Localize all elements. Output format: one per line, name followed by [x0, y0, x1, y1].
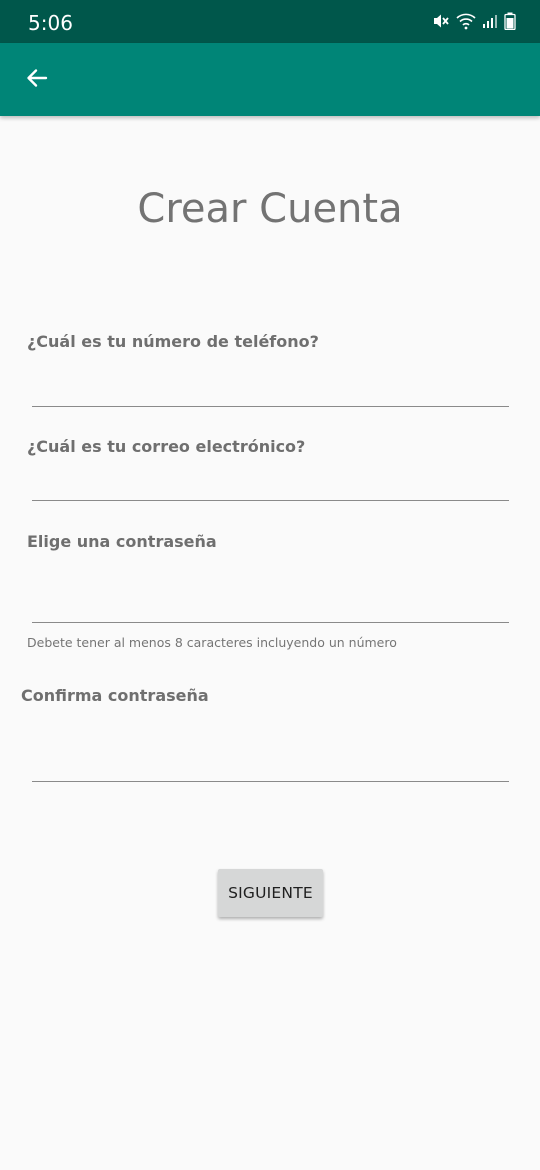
wifi-icon: [456, 12, 476, 30]
phone-label: ¿Cuál es tu número de teléfono?: [27, 332, 319, 351]
email-input[interactable]: [32, 461, 509, 501]
mute-icon: [432, 12, 450, 30]
status-bar: 5:06: [0, 0, 540, 43]
signal-icon: [482, 13, 498, 29]
battery-icon: [504, 12, 516, 30]
confirm-password-label: Confirma contraseña: [21, 686, 209, 705]
password-input[interactable]: [32, 583, 509, 623]
page-title: Crear Cuenta: [137, 186, 403, 232]
confirm-password-input[interactable]: [32, 742, 509, 782]
next-button[interactable]: SIGUIENTE: [218, 869, 323, 917]
app-bar: [0, 43, 540, 116]
status-icons: [432, 12, 516, 30]
phone-input[interactable]: [32, 367, 509, 407]
password-label: Elige una contraseña: [27, 532, 217, 551]
arrow-back-icon: [25, 66, 49, 95]
back-button[interactable]: [14, 57, 60, 103]
status-time: 5:06: [28, 11, 73, 35]
password-helper-text: Debete tener al menos 8 caracteres inclu…: [27, 635, 397, 650]
email-label: ¿Cuál es tu correo electrónico?: [27, 437, 306, 456]
